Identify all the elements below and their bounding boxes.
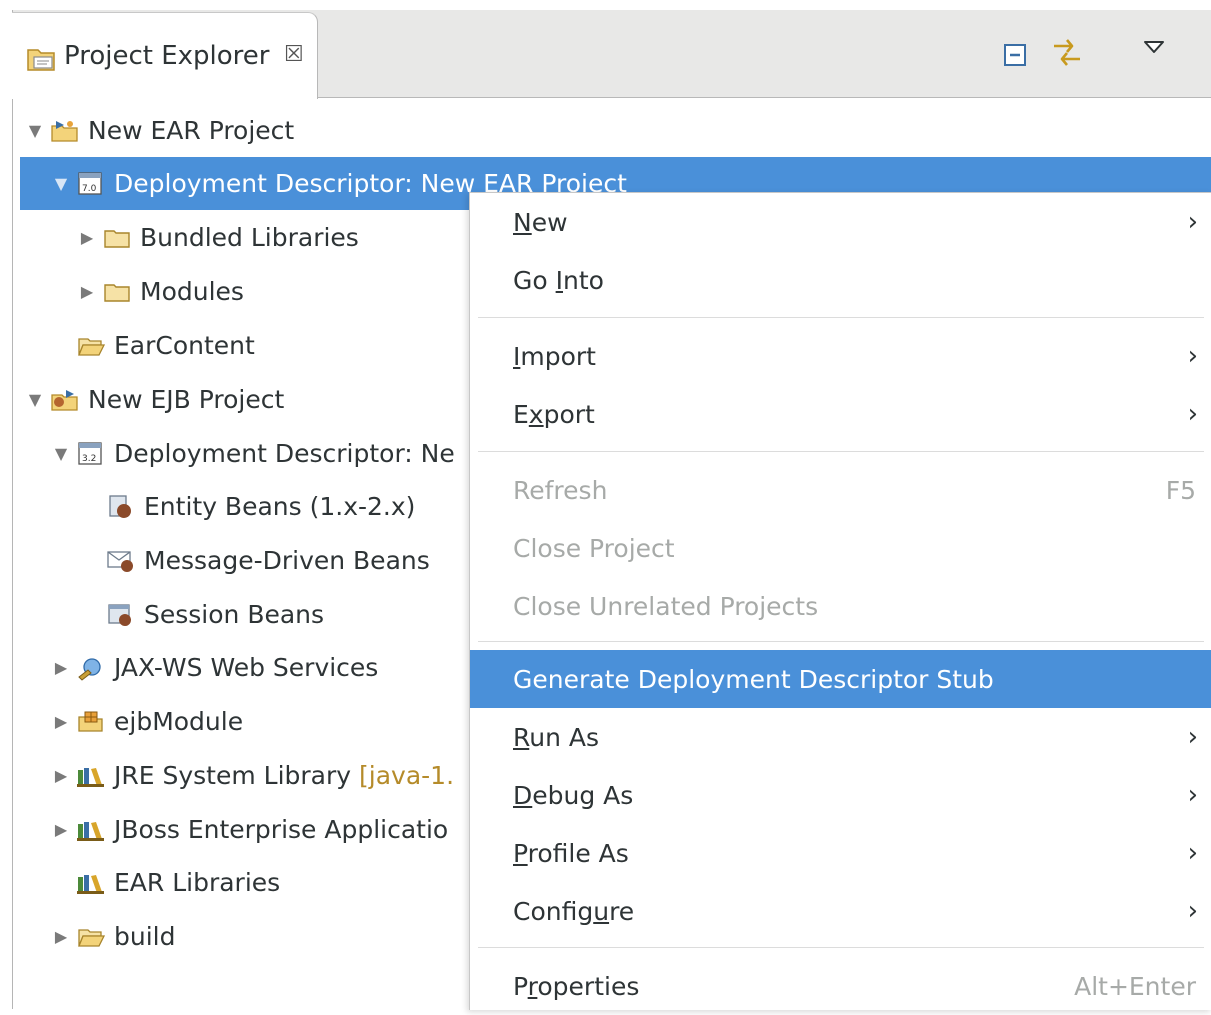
- menu-item-shortcut: F5: [1165, 475, 1196, 505]
- collapsed-arrow-icon[interactable]: ▶: [50, 927, 72, 946]
- menu-item-label: Profile As: [513, 838, 629, 868]
- web-services-icon: [78, 657, 101, 681]
- menu-separator: [478, 451, 1204, 452]
- collapsed-arrow-icon[interactable]: ▶: [50, 712, 72, 731]
- deployment-descriptor-icon: 7.0: [78, 171, 102, 195]
- menu-item-close-unrelated-projects[interactable]: Close Unrelated Projects: [470, 577, 1211, 635]
- library-icon: [77, 821, 104, 841]
- menu-item-label: Import: [513, 341, 596, 371]
- menu-item-configure[interactable]: Configure ›: [470, 882, 1211, 940]
- deployment-descriptor-icon: 3.2: [78, 441, 102, 465]
- submenu-arrow-icon: ›: [1187, 838, 1198, 868]
- collapsed-arrow-icon[interactable]: ▶: [50, 820, 72, 839]
- library-icon: [77, 767, 104, 787]
- expanded-arrow-icon[interactable]: ▼: [24, 390, 46, 409]
- menu-item-label: Run As: [513, 722, 600, 752]
- menu-separator: [478, 317, 1204, 318]
- view-menu-icon[interactable]: [1143, 40, 1165, 54]
- package-folder-icon: [78, 711, 103, 732]
- expanded-arrow-icon[interactable]: ▼: [50, 174, 72, 193]
- collapsed-arrow-icon[interactable]: ▶: [50, 766, 72, 785]
- tree-label: ejbModule: [114, 707, 244, 736]
- menu-item-label: New: [513, 207, 568, 237]
- folder-icon: [104, 283, 130, 302]
- menu-item-refresh[interactable]: Refresh F5: [470, 461, 1211, 519]
- menu-item-profile-as[interactable]: Profile As ›: [470, 824, 1211, 882]
- menu-item-label: Refresh: [513, 475, 608, 505]
- menu-item-import[interactable]: Import ›: [470, 327, 1211, 385]
- project-explorer-tab[interactable]: Project Explorer ☒: [12, 12, 318, 99]
- tree-label: Entity Beans (1.x-2.x): [144, 492, 416, 521]
- link-with-editor-icon[interactable]: [1050, 37, 1084, 69]
- tree-label-decoration: [java-1.: [359, 761, 455, 790]
- menu-item-label: Go Into: [513, 265, 604, 295]
- menu-item-export[interactable]: Export ›: [470, 385, 1211, 443]
- menu-separator: [478, 641, 1204, 642]
- tree-label: Message-Driven Beans: [144, 546, 430, 575]
- svg-text:3.2: 3.2: [82, 454, 96, 464]
- tree-label: EarContent: [114, 331, 255, 360]
- submenu-arrow-icon: ›: [1187, 722, 1198, 752]
- folder-icon: [104, 229, 130, 248]
- open-folder-icon: [78, 337, 106, 356]
- menu-item-close-project[interactable]: Close Project: [470, 519, 1211, 577]
- tree-row-new-ear-project[interactable]: ▼ New EAR Project: [20, 104, 1211, 157]
- tree-label: Deployment Descriptor: Ne: [114, 439, 455, 468]
- collapse-all-icon[interactable]: [1003, 43, 1029, 67]
- tree-label: Bundled Libraries: [140, 223, 359, 252]
- tree-label: JAX-WS Web Services: [114, 653, 379, 682]
- submenu-arrow-icon: ›: [1187, 399, 1198, 429]
- menu-item-new[interactable]: New ›: [470, 193, 1211, 251]
- menu-item-shortcut: Alt+Enter: [1074, 971, 1196, 1001]
- project-explorer-icon: [27, 49, 55, 71]
- library-icon: [77, 874, 104, 894]
- menu-item-label: Export: [513, 399, 595, 429]
- tree-label: Modules: [140, 277, 244, 306]
- menu-item-label: Generate Deployment Descriptor Stub: [513, 664, 994, 694]
- ejb-project-icon: [51, 389, 78, 411]
- tree-label: build: [114, 922, 176, 951]
- menu-separator: [478, 947, 1204, 948]
- menu-item-label: Close Project: [513, 533, 675, 563]
- menu-item-label: Debug As: [513, 780, 634, 810]
- submenu-arrow-icon: ›: [1187, 207, 1198, 237]
- collapsed-arrow-icon[interactable]: ▶: [76, 228, 98, 247]
- entity-beans-icon: [109, 494, 131, 518]
- view-title: Project Explorer: [64, 41, 270, 71]
- tree-label: JBoss Enterprise Applicatio: [114, 815, 449, 844]
- ear-project-icon: [51, 120, 78, 142]
- menu-item-generate-deployment-descriptor-stub[interactable]: Generate Deployment Descriptor Stub: [470, 650, 1211, 708]
- menu-item-debug-as[interactable]: Debug As ›: [470, 766, 1211, 824]
- collapsed-arrow-icon[interactable]: ▶: [76, 282, 98, 301]
- svg-text:7.0: 7.0: [82, 184, 97, 194]
- session-beans-icon: [108, 603, 131, 626]
- expanded-arrow-icon[interactable]: ▼: [50, 444, 72, 463]
- tree-label: EAR Libraries: [114, 868, 281, 897]
- collapsed-arrow-icon[interactable]: ▶: [50, 658, 72, 677]
- menu-item-properties[interactable]: Properties Alt+Enter: [470, 957, 1211, 1015]
- menu-item-run-as[interactable]: Run As ›: [470, 708, 1211, 766]
- tree-label: JRE System Library: [114, 761, 352, 790]
- message-beans-icon: [107, 550, 133, 572]
- submenu-arrow-icon: ›: [1187, 341, 1198, 371]
- context-menu: New › Go Into Import › Export › Refresh …: [469, 192, 1211, 1010]
- expanded-arrow-icon[interactable]: ▼: [24, 121, 46, 140]
- tree-label: New EAR Project: [88, 116, 295, 145]
- open-folder-icon: [78, 928, 106, 947]
- menu-item-label: Close Unrelated Projects: [513, 591, 819, 621]
- menu-item-label: Configure: [513, 896, 635, 926]
- submenu-arrow-icon: ›: [1187, 896, 1198, 926]
- tree-label: New EJB Project: [88, 385, 285, 414]
- menu-item-go-into[interactable]: Go Into: [470, 251, 1211, 309]
- close-view-icon[interactable]: ☒: [284, 42, 304, 67]
- tree-label: Session Beans: [144, 600, 325, 629]
- submenu-arrow-icon: ›: [1187, 780, 1198, 810]
